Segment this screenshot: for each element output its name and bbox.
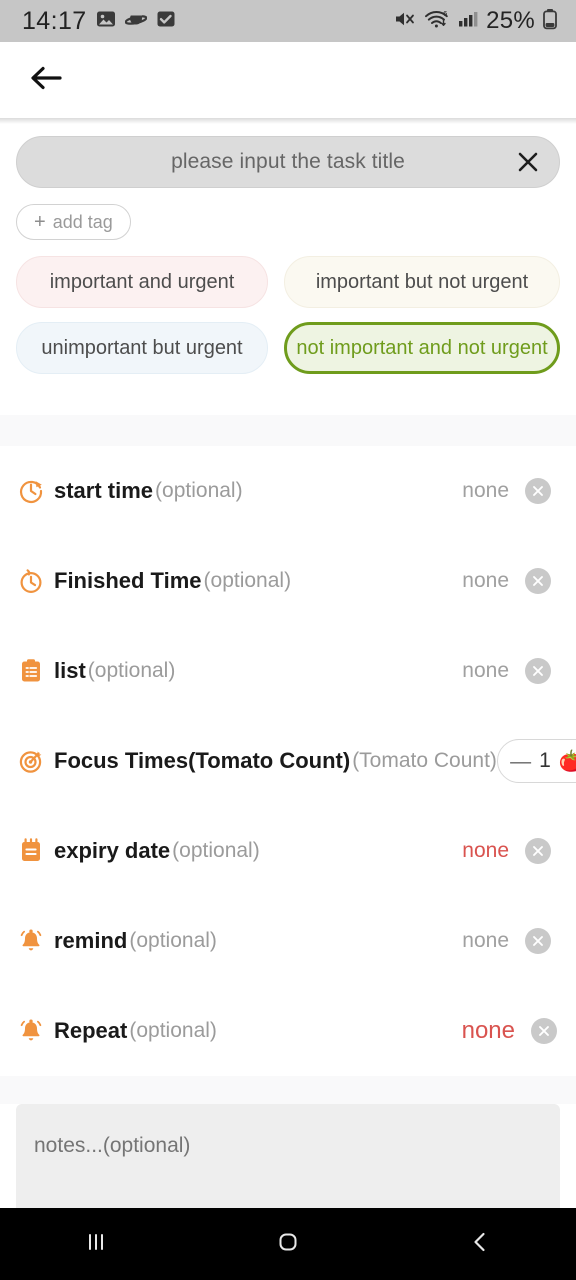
battery-percent-label: 25% (486, 7, 535, 34)
row-focus-times[interactable]: Focus Times(Tomato Count) (Tomato Count)… (0, 716, 576, 806)
tag-row: + add tag (16, 204, 560, 240)
row-label: Finished Time (54, 568, 202, 593)
priority-important-but-not-urgent[interactable]: important but not urgent (284, 256, 560, 308)
task-detail-rows: start time (optional) none Finished Time… (0, 446, 576, 1076)
battery-icon (542, 8, 558, 35)
svg-text:6: 6 (443, 10, 448, 18)
target-icon (16, 746, 46, 776)
priority-label: important but not urgent (315, 270, 529, 293)
priority-not-important-and-not-urgent[interactable]: not important and not urgent (284, 322, 560, 374)
row-sublabel: (optional) (172, 839, 260, 862)
plus-icon: + (34, 211, 46, 233)
home-icon (273, 1227, 303, 1262)
status-bar: 14:17 6 25% (0, 0, 576, 42)
row-sublabel: (optional) (87, 659, 176, 682)
calendar-icon (16, 836, 46, 866)
bell-icon (16, 1016, 46, 1046)
row-start-time[interactable]: start time (optional) none (0, 446, 576, 536)
task-title-input[interactable]: please input the task title (16, 136, 560, 188)
row-value: none (462, 929, 509, 952)
priority-unimportant-but-urgent[interactable]: unimportant but urgent (16, 322, 268, 374)
clear-icon[interactable] (525, 928, 551, 954)
priority-label: important and urgent (49, 270, 235, 293)
row-label: expiry date (54, 838, 171, 863)
checkbox-icon (156, 9, 176, 34)
row-label: list (54, 658, 86, 683)
notes-input[interactable] (16, 1104, 560, 1224)
decrement-button[interactable]: — (510, 751, 531, 772)
section-separator-top (0, 415, 576, 446)
status-time: 14:17 (22, 6, 87, 35)
row-value: none (462, 569, 509, 592)
tomato-icon: 🍅 (558, 749, 576, 773)
task-title-placeholder: please input the task title (171, 150, 405, 173)
row-sublabel: (optional) (129, 1019, 217, 1042)
clipboard-list-icon (16, 656, 46, 686)
row-value: none (462, 839, 509, 862)
wifi-icon: 6 (424, 9, 450, 34)
app-bar (0, 42, 576, 118)
row-sublabel: (optional) (203, 569, 292, 592)
row-sublabel: (optional) (129, 929, 217, 952)
home-button[interactable] (248, 1208, 328, 1280)
priority-important-and-urgent[interactable]: important and urgent (16, 256, 268, 308)
timer-icon (16, 566, 46, 596)
image-icon (96, 9, 116, 34)
add-tag-button[interactable]: + add tag (16, 204, 131, 240)
android-nav-bar (0, 1208, 576, 1280)
tomato-count-value: 1 (539, 749, 551, 772)
nav-back-button[interactable] (440, 1208, 520, 1280)
row-value: none (462, 659, 509, 682)
status-bar-left: 14:17 (22, 7, 176, 36)
row-label: Focus Times(Tomato Count) (54, 748, 351, 773)
mute-icon (393, 9, 417, 34)
nav-back-icon (465, 1227, 495, 1262)
signal-icon (457, 9, 479, 34)
priority-label: unimportant but urgent (41, 336, 243, 359)
row-expiry-date[interactable]: expiry date (optional) none (0, 806, 576, 896)
row-label: Repeat (54, 1018, 128, 1043)
status-bar-right: 6 25% (393, 7, 558, 35)
close-icon[interactable] (515, 149, 541, 175)
row-label: remind (54, 928, 128, 953)
priority-quadrant-group: important and urgent important but not u… (16, 256, 560, 374)
tomato-count-stepper[interactable]: — 1 🍅 (497, 739, 576, 783)
add-tag-label: add tag (52, 211, 113, 232)
clear-icon[interactable] (525, 838, 551, 864)
planet-icon (124, 9, 147, 34)
clock-refresh-icon (16, 476, 46, 506)
clear-icon[interactable] (525, 478, 551, 504)
row-label: start time (54, 478, 154, 503)
row-value: none (462, 479, 509, 502)
row-list[interactable]: list (optional) none (0, 626, 576, 716)
recents-button[interactable] (56, 1208, 136, 1280)
bell-icon (16, 926, 46, 956)
recents-icon (81, 1227, 111, 1262)
clear-icon[interactable] (525, 568, 551, 594)
row-sublabel: (Tomato Count) (352, 749, 497, 772)
clear-icon[interactable] (525, 658, 551, 684)
row-repeat[interactable]: Repeat (optional) none (0, 986, 576, 1076)
back-button[interactable] (24, 57, 70, 103)
row-value: none (461, 1017, 515, 1044)
clear-icon[interactable] (531, 1018, 557, 1044)
back-arrow-icon (29, 63, 65, 98)
section-separator-bottom (0, 1076, 576, 1104)
row-sublabel: (optional) (155, 479, 243, 502)
row-remind[interactable]: remind (optional) none (0, 896, 576, 986)
row-finished-time[interactable]: Finished Time (optional) none (0, 536, 576, 626)
app-screen: 14:17 6 25% please input the task title … (0, 0, 576, 1280)
task-form-header: please input the task title + add tag im… (0, 124, 576, 374)
priority-label: not important and not urgent (296, 336, 548, 359)
